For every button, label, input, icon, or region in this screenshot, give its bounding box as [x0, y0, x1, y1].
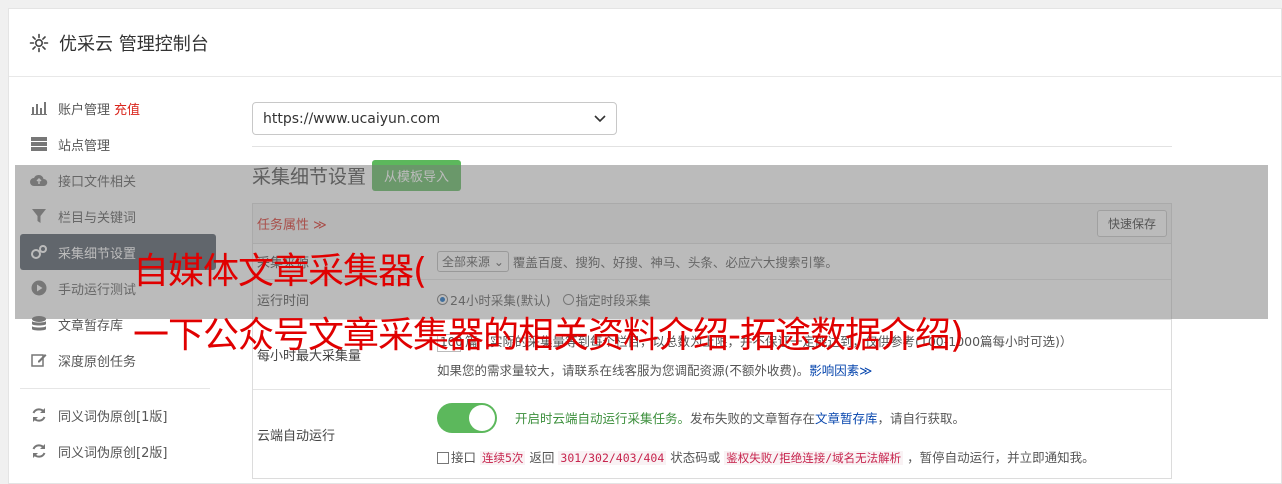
page-title: 优采云 管理控制台 — [59, 33, 209, 55]
text-pause: ，暂停自动运行，并立即通知我。 — [907, 449, 1095, 465]
max-contact-note: 如果您的需求量较大，请联系在线客服为您调配资源(不额外收费)。 — [437, 362, 810, 378]
divider — [252, 146, 1172, 147]
header: 优采云 管理控制台 — [9, 9, 1281, 77]
row-cloud-run: 云端自动运行 开启时云端自动运行采集任务。 发布失败的文章暂存在 文章暂存库 ，… — [253, 390, 1171, 478]
bar-chart-icon — [30, 99, 48, 117]
main-content: https://www.ucaiyun.com 采集细节设置 从模板导入 任务属… — [244, 94, 1172, 479]
cloud-run-mid: 发布失败的文章暂存在 — [690, 411, 816, 426]
code-consecutive: 连续5次 — [480, 450, 526, 465]
cloud-run-end: ，请自行获取。 — [877, 411, 966, 426]
sidebar-item-label: 同义词伪原创[1版] — [58, 409, 168, 425]
sidebar-item-account[interactable]: 账户管理 充值 — [20, 90, 216, 126]
refresh-icon — [30, 442, 48, 460]
text-status-or: 状态码或 — [670, 449, 721, 465]
sidebar-item-label: 深度原创任务 — [58, 354, 137, 370]
sidebar-divider — [20, 388, 210, 389]
pause-checkbox[interactable] — [437, 452, 449, 464]
edit-icon — [30, 351, 48, 369]
server-icon — [30, 135, 48, 153]
sidebar-item-label: 同义词伪原创[2版] — [58, 445, 168, 461]
site-select[interactable]: https://www.ucaiyun.com — [252, 102, 617, 135]
site-select-value: https://www.ucaiyun.com — [263, 110, 441, 127]
cloud-run-desc: 开启时云端自动运行采集任务。 — [515, 411, 691, 426]
chk-label: 接口 — [451, 449, 477, 465]
toggle-knob — [469, 404, 495, 431]
factors-link[interactable]: 影响因素≫ — [809, 363, 872, 378]
article-store-link[interactable]: 文章暂存库 — [815, 408, 878, 427]
chevron-down-icon — [594, 111, 606, 127]
refresh-icon — [30, 406, 48, 424]
row-label: 云端自动运行 — [257, 428, 336, 444]
cloud-run-toggle[interactable] — [437, 402, 497, 433]
sidebar-item-sites[interactable]: 站点管理 — [20, 126, 216, 162]
overlay-title-line1: 自媒体文章采集器( — [133, 251, 427, 292]
overlay-title-line2: 一下公众号文章采集器的相关资料介绍-拓途数据介绍) — [133, 315, 964, 356]
gear-icon — [29, 33, 49, 53]
code-errors: 鉴权失败/拒绝连接/域名无法解析 — [724, 450, 904, 465]
text-return: 返回 — [529, 449, 555, 465]
sidebar-item-synonym-v1[interactable]: 同义词伪原创[1版] — [20, 397, 216, 433]
recharge-link[interactable]: 充值 — [114, 99, 140, 118]
sidebar-item-label: 账户管理 — [58, 102, 111, 118]
sidebar-item-synonym-v2[interactable]: 同义词伪原创[2版] — [20, 433, 216, 469]
code-status: 301/302/403/404 — [558, 450, 667, 465]
sidebar-item-label: 站点管理 — [58, 138, 111, 154]
